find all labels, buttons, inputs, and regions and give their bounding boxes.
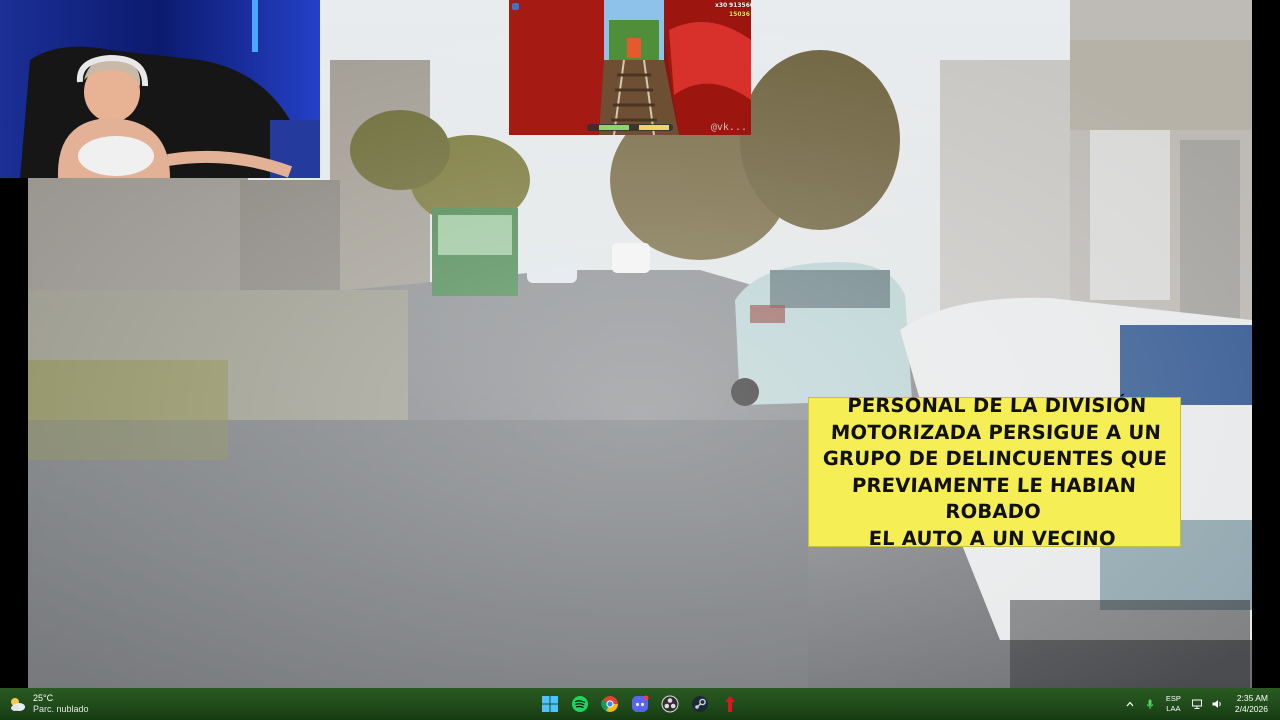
clock-date: 2/4/2026	[1234, 704, 1268, 714]
chrome-app[interactable]	[598, 691, 622, 717]
obs-app[interactable]	[658, 691, 682, 717]
start-button[interactable]	[538, 691, 562, 717]
network-icon	[1191, 699, 1202, 709]
game-watermark: @vk...	[710, 122, 747, 133]
discord-icon	[632, 695, 649, 712]
show-hidden-icons-button[interactable]	[1120, 688, 1140, 720]
obs-icon	[661, 695, 679, 713]
weather-temperature: 25°C	[33, 693, 54, 703]
clock-time: 2:35 AM	[1236, 693, 1268, 703]
spotify-app[interactable]	[568, 691, 592, 717]
spotify-icon	[572, 696, 588, 712]
system-tray: ESP LAA 2:35 AM 2/4/2026	[1120, 688, 1280, 720]
steam-icon	[692, 696, 708, 712]
webcam-overlay	[0, 0, 320, 178]
volume-button[interactable]	[1207, 688, 1227, 720]
chevron-up-icon	[1126, 701, 1134, 707]
coin-count: 15036	[729, 11, 750, 18]
clock[interactable]: 2:35 AM 2/4/2026	[1235, 693, 1268, 715]
speaker-icon	[1212, 700, 1221, 708]
weather-widget[interactable]: 25°C Parc. nublado	[8, 692, 89, 716]
chrome-icon	[601, 696, 618, 712]
discord-app[interactable]	[628, 691, 652, 717]
video-player[interactable]: x30 9135600 15036 @vk... PERSONAL DE LA …	[0, 0, 1280, 688]
game-overlay: x30 9135600 15036 @vk...	[509, 0, 751, 135]
red-app[interactable]	[718, 691, 742, 717]
coin-multiplier: x30	[715, 2, 728, 9]
keyboard-layout: LAA	[1166, 704, 1181, 713]
language-indicator[interactable]: ESP LAA	[1166, 694, 1181, 714]
red-app-icon	[725, 696, 735, 712]
language-code: ESP	[1165, 694, 1181, 703]
windows-icon	[542, 696, 558, 712]
partly-cloudy-icon	[11, 698, 25, 711]
weather-condition: Parc. nublado	[33, 704, 89, 714]
microphone-icon	[1146, 699, 1154, 709]
microphone-button[interactable]	[1140, 688, 1160, 720]
network-button[interactable]	[1187, 688, 1207, 720]
steam-app[interactable]	[688, 691, 712, 717]
news-caption-text: PERSONAL DE LA DIVISIÓN MOTORIZADA PERSI…	[822, 393, 1168, 550]
taskbar: 25°C Parc. nublado ESP LAA 2:35 AM 2/4/2…	[0, 688, 1280, 720]
news-caption-box: PERSONAL DE LA DIVISIÓN MOTORIZADA PERSI…	[808, 394, 1181, 549]
game-score: 9135600	[729, 2, 751, 9]
taskbar-apps	[538, 691, 742, 717]
